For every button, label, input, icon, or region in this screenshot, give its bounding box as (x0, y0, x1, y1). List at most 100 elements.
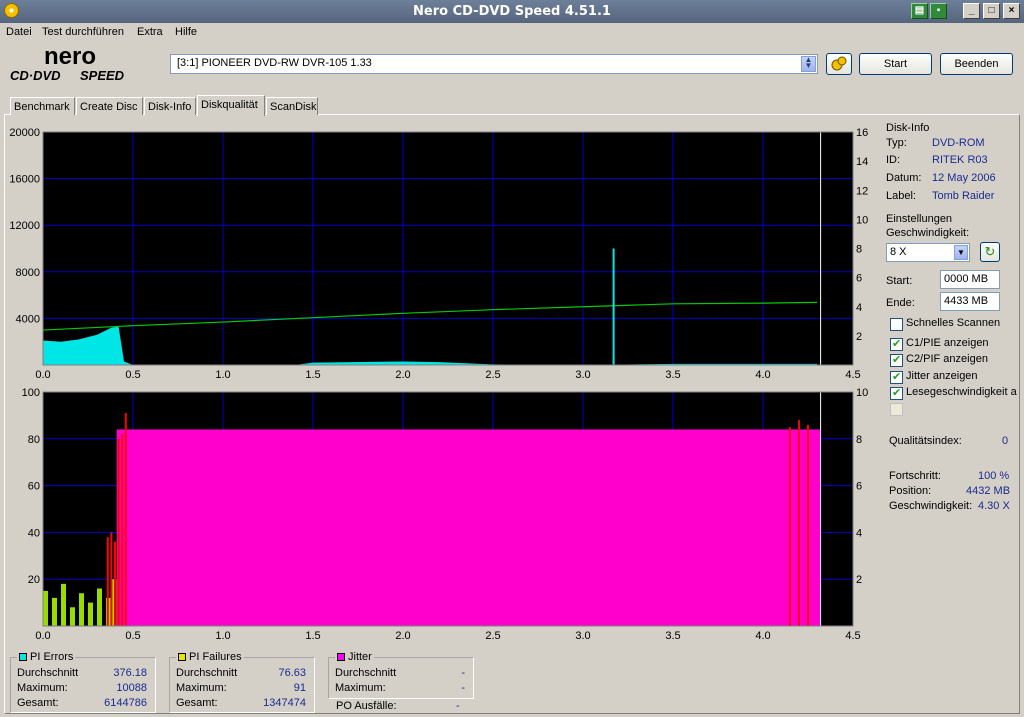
quality-label: Qualitätsindex: (889, 435, 962, 447)
tab-scandisk[interactable]: ScanDisk (266, 97, 318, 115)
pi-errors-x-tick: 2.5 (485, 369, 500, 381)
pi-failures-x-tick: 4.0 (755, 630, 770, 642)
chevron-down-icon[interactable]: ▲ ▼ (801, 56, 816, 72)
start-input[interactable]: 0000 MB (940, 270, 1000, 289)
minimize-button[interactable]: _ (963, 3, 980, 19)
pi-errors-y-tick-right: 12 (856, 185, 868, 197)
pi-failures-legend: PI Failures (176, 651, 244, 663)
menu-hilfe[interactable]: Hilfe (175, 26, 197, 38)
menu-test[interactable]: Test durchführen (42, 26, 124, 38)
pi-failures-y-tick-left: 20 (28, 574, 40, 586)
title-bar: Nero CD-DVD Speed 4.51.1 ▤ ▪ _ □ × (0, 0, 1024, 23)
close-button[interactable]: × (1003, 3, 1020, 19)
pi-errors-total-label: Gesamt: (17, 697, 59, 709)
pi-errors-y-tick-right: 2 (856, 331, 862, 343)
pi-errors-x-tick: 3.5 (665, 369, 680, 381)
c2-pif-checkbox[interactable] (890, 353, 903, 367)
pi-failures-y-tick-left: 100 (22, 387, 40, 399)
fortschritt-label: Fortschritt: (889, 470, 941, 482)
pi-errors-y-tick-right: 8 (856, 244, 862, 256)
po-value: - (456, 700, 460, 712)
pi-failures-total: 1347474 (263, 697, 306, 709)
side-panel: Disk-Info Typ: DVD-ROM ID: RITEK R03 Dat… (886, 120, 1022, 600)
c1-pie-label: C1/PIE anzeigen (906, 337, 989, 349)
pi-failures-x-tick: 0.5 (125, 630, 140, 642)
nero-logo: nero CD·DVD SPEED (10, 44, 125, 83)
label-label: Label: (886, 190, 916, 202)
jitter-group: Jitter Durchschnitt - Maximum: - (328, 651, 474, 699)
tab-diskqualitaet[interactable]: Diskqualität (197, 95, 265, 116)
drive-select[interactable]: [3:1] PIONEER DVD-RW DVR-105 1.33 ▲ ▼ (170, 54, 818, 74)
pi-errors-legend: PI Errors (17, 651, 76, 663)
menu-datei[interactable]: Datei (6, 26, 32, 38)
schnelles-scannen-checkbox[interactable] (890, 318, 903, 331)
window-title: Nero CD-DVD Speed 4.51.1 (413, 4, 611, 19)
pi-errors-group: PI Errors Durchschnitt 376.18 Maximum: 1… (10, 651, 156, 713)
charts-area: 0.0 0.5 1.0 1.5 2.0 2.5 3.0 3.5 4.0 4.5 20000 16000… (9, 127, 868, 642)
pi-errors-avg: 376.18 (113, 667, 147, 679)
pi-errors-y-tick-left: 12000 (9, 220, 40, 232)
id-value: RITEK R03 (932, 154, 988, 166)
chevron-down-icon[interactable]: ▼ (954, 245, 968, 260)
jitter-max-label: Maximum: (335, 682, 386, 694)
pi-errors-x-tick: 1.5 (305, 369, 320, 381)
jitter-label: Jitter anzeigen (906, 370, 978, 382)
geschwindigkeit-label: Geschwindigkeit: (889, 500, 973, 512)
label-value: Tomb Raider (932, 190, 995, 202)
ende-label: Ende: (886, 297, 915, 309)
lesegeschwindigkeit-label: Lesegeschwindigkeit a (906, 386, 1017, 398)
pi-errors-max-label: Maximum: (17, 682, 68, 694)
beenden-button[interactable]: Beenden (940, 53, 1013, 75)
pi-failures-avg-label: Durchschnitt (176, 667, 238, 679)
maximize-button[interactable]: □ (983, 3, 1000, 19)
pi-errors-x-tick: 0.5 (125, 369, 140, 381)
disk-info-heading: Disk-Info (886, 122, 930, 134)
speed-select[interactable]: 8 X ▼ (886, 243, 970, 262)
pi-errors-y-tick-left: 16000 (9, 174, 40, 186)
pi-errors-plot-bg (43, 132, 853, 365)
pi-errors-title: PI Errors (30, 651, 74, 663)
position-value: 4432 MB (966, 485, 1011, 497)
start-label: Start: (886, 275, 913, 287)
disabled-checkbox (890, 403, 903, 416)
lesegeschwindigkeit-checkbox[interactable] (890, 386, 903, 400)
extra-icon-1[interactable]: ▤ (911, 3, 928, 19)
tab-create-disc[interactable]: Create Disc (76, 97, 143, 115)
pi-errors-avg-label: Durchschnitt (17, 667, 79, 679)
pi-failures-x-tick: 1.0 (215, 630, 230, 642)
menu-extra[interactable]: Extra (137, 26, 163, 38)
jitter-checkbox[interactable] (890, 370, 903, 384)
jitter-avg-label: Durchschnitt (335, 667, 397, 679)
po-label: PO Ausfälle: (336, 700, 397, 712)
pi-failures-y-tick-left: 80 (28, 434, 40, 446)
svg-text:CD·DVD: CD·DVD (10, 68, 61, 83)
pi-failures-y-tick-right: 6 (856, 481, 862, 493)
drive-select-value: [3:1] PIONEER DVD-RW DVR-105 1.33 (177, 57, 372, 69)
pi-errors-y-tick-right: 10 (856, 214, 868, 226)
typ-value: DVD-ROM (932, 137, 985, 149)
svg-text:nero: nero (44, 44, 96, 70)
refresh-drives-button[interactable] (826, 53, 852, 75)
jitter-legend: Jitter (335, 651, 374, 663)
pi-failures-group: PI Failures Durchschnitt 76.63 Maximum: … (169, 651, 315, 713)
typ-label: Typ: (886, 137, 907, 149)
svg-text:SPEED: SPEED (80, 68, 125, 83)
pi-errors-y-tick-left: 8000 (16, 267, 40, 279)
start-button[interactable]: Start (859, 53, 932, 75)
tab-benchmark[interactable]: Benchmark (10, 97, 75, 115)
pi-errors-y-tick-left: 4000 (16, 313, 40, 325)
pi-failures-x-tick: 3.0 (575, 630, 590, 642)
ende-input[interactable]: 4433 MB (940, 292, 1000, 311)
pi-failures-y-tick-left: 40 (28, 527, 40, 539)
pi-failures-x-tick: 3.5 (665, 630, 680, 642)
c1-pie-checkbox[interactable] (890, 337, 903, 351)
refresh-speed-button[interactable]: ↻ (980, 242, 1000, 262)
pi-errors-x-tick: 2.0 (395, 369, 410, 381)
save-icon[interactable]: ▪ (930, 3, 947, 19)
tab-disk-info[interactable]: Disk-Info (144, 97, 196, 115)
pi-failures-bar (52, 597, 57, 626)
pi-errors-max: 10088 (116, 682, 147, 694)
pi-failures-bar (88, 602, 93, 626)
pi-failures-title: PI Failures (189, 651, 242, 663)
speed-select-value: 8 X (890, 246, 907, 258)
